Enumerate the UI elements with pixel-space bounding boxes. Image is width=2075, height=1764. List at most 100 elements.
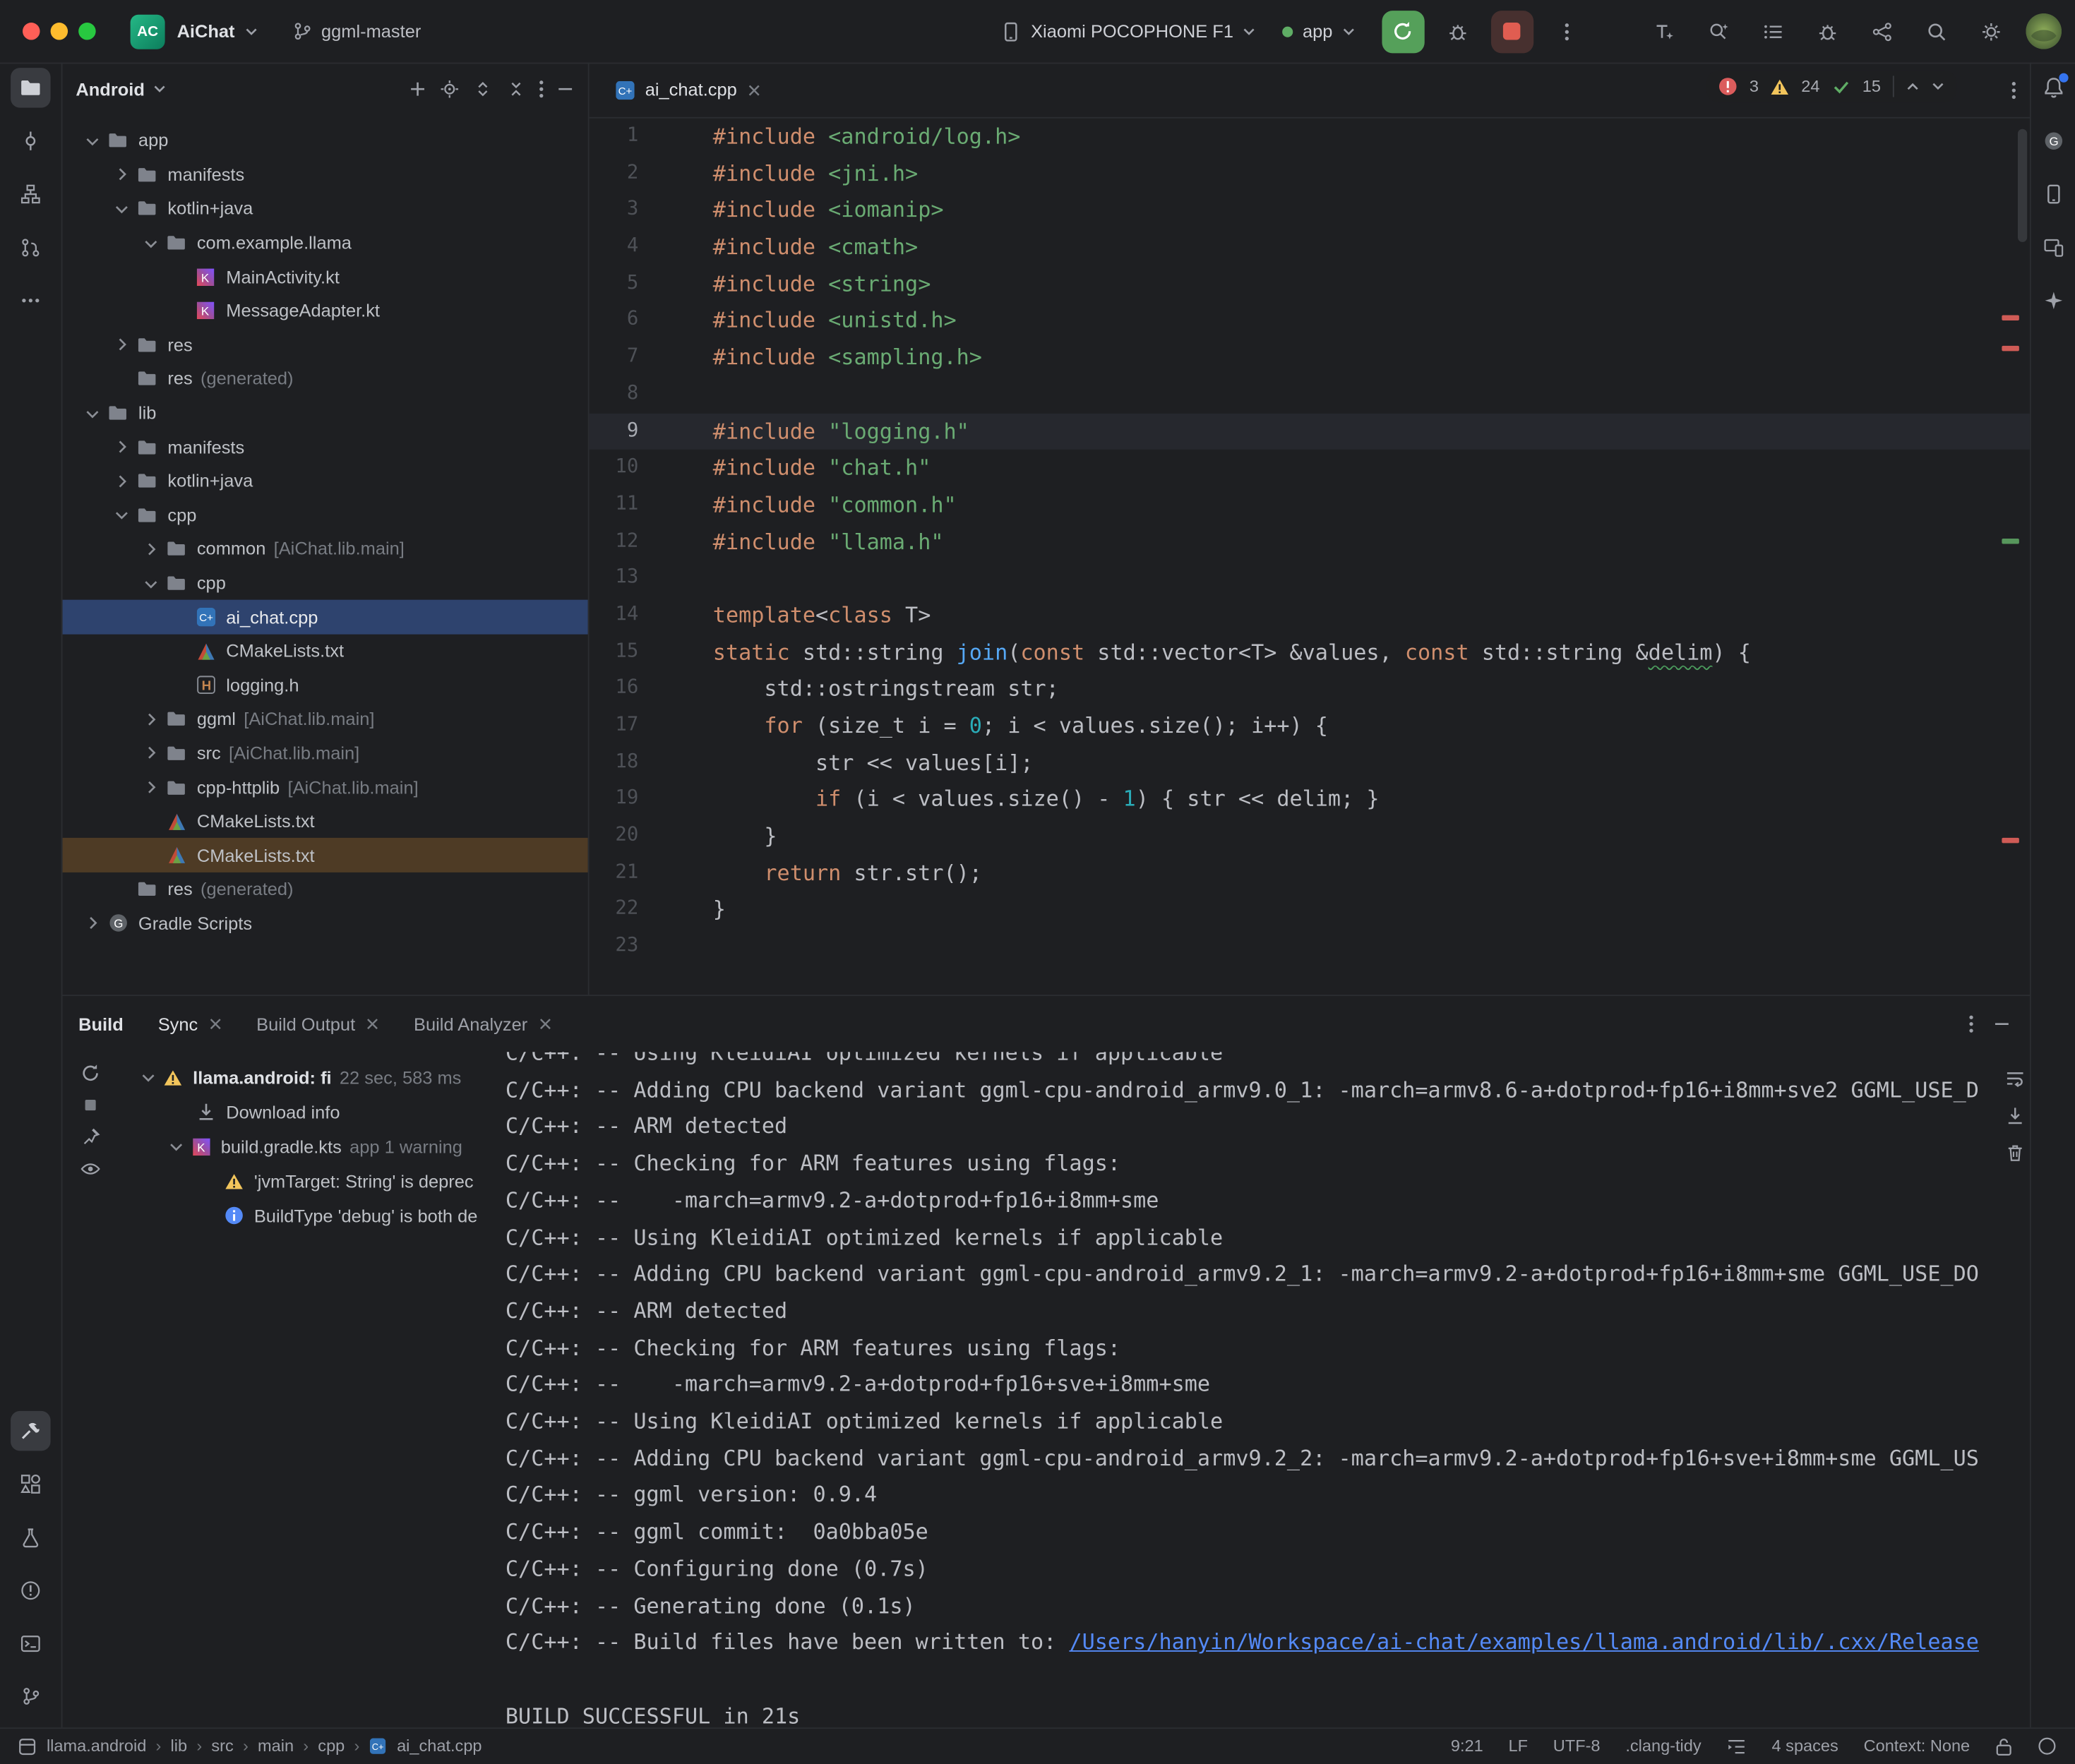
build-tree-item[interactable]: Kbuild.gradle.ktsapp 1 warning xyxy=(116,1129,504,1163)
chevron-right-icon[interactable] xyxy=(140,745,162,762)
structure-tool-button[interactable] xyxy=(11,174,51,215)
chevron-right-icon[interactable] xyxy=(140,712,162,728)
chevron-up-icon[interactable] xyxy=(1906,81,1920,92)
build-tab-sync[interactable]: Sync xyxy=(158,1014,222,1034)
tree-item-ggml[interactable]: ggml[AiChat.lib.main] xyxy=(63,702,588,736)
build-tree-item[interactable]: 'jvmTarget: String' is deprec xyxy=(116,1163,504,1198)
error-stripe-mark[interactable] xyxy=(2002,838,2019,844)
collapse-all-icon[interactable] xyxy=(506,78,527,100)
editor-tab[interactable]: C+ ai_chat.cpp xyxy=(602,63,774,117)
tree-item-kotlin-java[interactable]: kotlin+java xyxy=(63,192,588,226)
status-circle-icon[interactable] xyxy=(2038,1736,2056,1755)
close-icon[interactable] xyxy=(366,1017,379,1031)
breadcrumb-item[interactable]: ai_chat.cpp xyxy=(397,1736,482,1755)
expand-all-icon[interactable] xyxy=(472,78,494,100)
chevron-down-icon[interactable] xyxy=(85,129,101,152)
breadcrumb-item[interactable]: lib xyxy=(171,1736,188,1755)
close-icon[interactable] xyxy=(538,1017,551,1031)
chevron-down-icon[interactable] xyxy=(143,572,160,594)
tree-item-cpp[interactable]: cpp xyxy=(63,498,588,532)
kebab-icon[interactable] xyxy=(539,78,544,100)
chevron-down-icon[interactable] xyxy=(114,504,130,527)
chevron-right-icon[interactable] xyxy=(110,167,133,183)
ai-search-button[interactable] xyxy=(1699,11,1739,52)
build-tab-build-analyzer[interactable]: Build Analyzer xyxy=(414,1014,551,1034)
locate-file-icon[interactable] xyxy=(439,78,460,100)
notifications-button[interactable] xyxy=(2033,68,2074,108)
chevron-right-icon[interactable] xyxy=(81,916,104,932)
tree-item-cpp[interactable]: cpp xyxy=(63,566,588,600)
kebab-icon[interactable] xyxy=(1968,1014,1974,1035)
breadcrumb-item[interactable]: llama.android xyxy=(47,1736,146,1755)
chevron-down-icon[interactable] xyxy=(85,402,101,424)
scroll-to-end-icon[interactable] xyxy=(2004,1105,2026,1127)
inspections-widget[interactable]: 3 24 15 xyxy=(1707,71,1957,102)
zoom-window-button[interactable] xyxy=(78,23,95,40)
close-icon[interactable] xyxy=(208,1017,222,1031)
build-console[interactable]: C/C++: -- Using KleidiAI optimized kerne… xyxy=(506,1052,1995,1727)
console-file-link[interactable]: /Users/hanyin/Workspace/ai-chat/examples… xyxy=(1069,1629,1979,1655)
breadcrumb-item[interactable]: src xyxy=(211,1736,233,1755)
tree-item-messageadapter-kt[interactable]: KMessageAdapter.kt xyxy=(63,294,588,328)
project-view-selector[interactable]: Android xyxy=(76,79,144,99)
breadcrumb-item[interactable]: cpp xyxy=(318,1736,345,1755)
rerun-button[interactable] xyxy=(1382,10,1424,52)
device-manager-button[interactable] xyxy=(2033,174,2074,215)
change-stripe-mark[interactable] xyxy=(2002,539,2019,544)
close-icon[interactable] xyxy=(748,83,761,97)
line-ending[interactable]: LF xyxy=(1509,1736,1528,1755)
settings-button[interactable] xyxy=(1971,11,2011,52)
assistant-button[interactable] xyxy=(2033,281,2074,321)
project-selector[interactable]: AiChat xyxy=(165,21,258,41)
tree-item-cpp-httplib[interactable]: cpp-httplib[AiChat.lib.main] xyxy=(63,770,588,804)
soft-wrap-icon[interactable] xyxy=(2004,1068,2026,1089)
minimize-window-button[interactable] xyxy=(51,23,68,40)
problems-tool-button[interactable] xyxy=(11,1570,51,1610)
build-tab-build-output[interactable]: Build Output xyxy=(256,1014,379,1034)
ai-debug-button[interactable] xyxy=(1807,11,1848,52)
linter[interactable]: .clang-tidy xyxy=(1625,1736,1701,1755)
indent-setting[interactable]: 4 spaces xyxy=(1772,1736,1838,1755)
ai-edit-button[interactable] xyxy=(1644,11,1685,52)
code-area[interactable]: 1#include <android/log.h>2#include <jni.… xyxy=(590,119,2030,995)
branch-selector[interactable]: ggml-master xyxy=(292,21,421,41)
caret-position[interactable]: 9:21 xyxy=(1451,1736,1483,1755)
sync-icon[interactable] xyxy=(80,1062,101,1084)
kebab-icon[interactable] xyxy=(2011,79,2017,100)
tree-item-src[interactable]: src[AiChat.lib.main] xyxy=(63,736,588,770)
chevron-down-icon[interactable] xyxy=(1932,81,1945,92)
build-tool-button[interactable] xyxy=(11,1410,51,1451)
chevron-right-icon[interactable] xyxy=(140,541,162,558)
build-tree-item[interactable]: BuildType 'debug' is both de xyxy=(116,1198,504,1232)
share-button[interactable] xyxy=(1862,11,1903,52)
chevron-down-icon[interactable] xyxy=(140,1066,157,1088)
build-tree-item[interactable]: llama.android: fi22 sec, 583 ms xyxy=(116,1060,504,1095)
chevron-right-icon[interactable] xyxy=(110,439,133,455)
error-stripe-mark[interactable] xyxy=(2002,346,2019,352)
context[interactable]: Context: None xyxy=(1864,1736,1971,1755)
build-variants-tool-button[interactable] xyxy=(11,1517,51,1557)
stop-button[interactable] xyxy=(1491,10,1533,52)
chevron-down-icon[interactable] xyxy=(114,198,130,220)
chevron-right-icon[interactable] xyxy=(110,473,133,489)
run-config-selector[interactable]: app xyxy=(1283,21,1356,41)
debug-button[interactable] xyxy=(1437,11,1478,52)
indent-icon[interactable] xyxy=(1726,1737,1746,1754)
tree-item-logging-h[interactable]: Hlogging.h xyxy=(63,668,588,702)
lock-icon[interactable] xyxy=(1995,1736,2012,1756)
chevron-right-icon[interactable] xyxy=(140,779,162,796)
hide-panel-icon[interactable] xyxy=(1992,1014,2011,1033)
chevron-down-icon[interactable] xyxy=(143,232,160,254)
project-tool-button[interactable] xyxy=(11,68,51,108)
profile-avatar[interactable] xyxy=(2026,13,2062,49)
hide-panel-icon[interactable] xyxy=(556,80,574,98)
tree-item-mainactivity-kt[interactable]: KMainActivity.kt xyxy=(63,260,588,294)
resource-manager-tool-button[interactable] xyxy=(11,1463,51,1504)
tree-item-res[interactable]: res xyxy=(63,328,588,362)
tree-item-common[interactable]: common[AiChat.lib.main] xyxy=(63,532,588,566)
tree-item-ai-chat-cpp[interactable]: C+ai_chat.cpp xyxy=(63,600,588,634)
tree-item-gradle-scripts[interactable]: GGradle Scripts xyxy=(63,906,588,940)
device-selector[interactable]: Xiaomi POCOPHONE F1 xyxy=(1000,20,1256,42)
tree-item-app[interactable]: app xyxy=(63,124,588,157)
task-list-button[interactable] xyxy=(1753,11,1793,52)
